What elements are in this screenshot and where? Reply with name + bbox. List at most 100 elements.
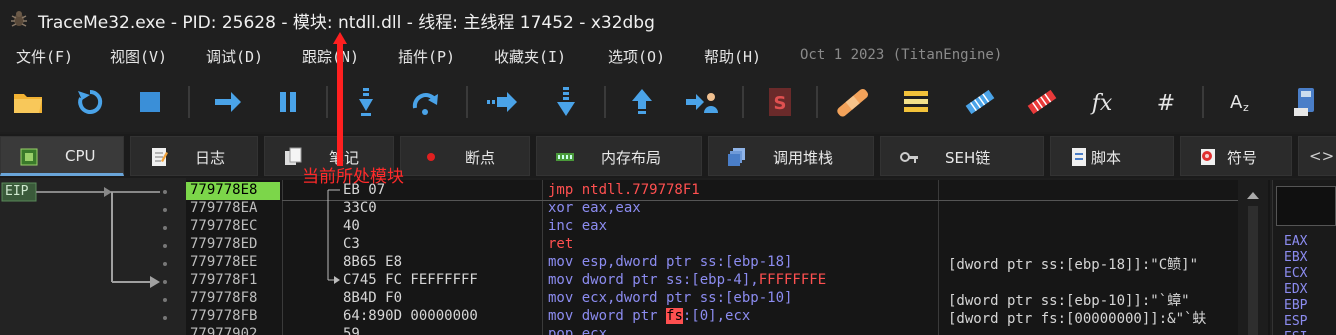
register-label[interactable]: ESI <box>1284 330 1307 335</box>
register-label[interactable]: ECX <box>1284 266 1307 281</box>
stop-icon[interactable] <box>132 84 168 120</box>
tab-memory-map[interactable]: 内存布局 <box>536 136 702 176</box>
run-to-user-code-icon[interactable] <box>684 84 720 120</box>
symbols-icon <box>1201 149 1215 165</box>
trace-over-icon[interactable] <box>484 84 520 120</box>
register-label[interactable]: EAX <box>1284 234 1307 249</box>
script-icon <box>1072 148 1086 166</box>
window-title: TraceMe32.exe - PID: 25628 - 模块: ntdll.d… <box>38 13 655 33</box>
menu-options[interactable]: 选项(O) <box>608 46 665 67</box>
menu-debug[interactable]: 调试(D) <box>206 46 263 67</box>
disasm-bytes: 8B65 E8 <box>343 254 403 270</box>
step-into-icon[interactable] <box>348 84 384 120</box>
disasm-row[interactable]: 77977902 59 pop ecx <box>186 326 1266 335</box>
disasm-row[interactable]: 779778EC 40 inc eax <box>186 218 1266 236</box>
tab-log[interactable]: 日志 <box>130 136 258 176</box>
disasm-comment: [dword ptr ss:[ebp-10]]:"`蟑" <box>948 293 1190 309</box>
registers-header-box[interactable] <box>1276 186 1336 226</box>
menu-view[interactable]: 视图(V) <box>110 46 167 67</box>
tab-cpu[interactable]: CPU <box>0 136 124 176</box>
svg-text:fx: fx <box>1090 91 1113 116</box>
tab-script[interactable]: 脚本 <box>1050 136 1174 176</box>
disassembly-scrollbar[interactable] <box>1238 180 1268 335</box>
menu-favourites[interactable]: 收藏夹(I) <box>494 46 566 67</box>
trace-into-icon[interactable] <box>548 84 584 120</box>
menu-file[interactable]: 文件(F) <box>16 46 73 67</box>
disasm-address: 779778F1 <box>190 272 258 288</box>
svg-text:S: S <box>774 93 787 114</box>
disasm-instruction: ret <box>548 236 574 252</box>
disasm-instruction: jmp ntdll.779778F1 <box>548 182 700 198</box>
svg-text:A: A <box>1230 92 1243 113</box>
cpu-icon <box>20 148 38 166</box>
disasm-comment: [dword ptr ss:[ebp-18]]:"C鲼]" <box>948 257 1199 273</box>
tab-breakpoints[interactable]: 断点 <box>400 136 530 176</box>
disasm-address: 779778FB <box>190 308 258 324</box>
disassembly-view[interactable]: 779778E8 EB 07 jmp ntdll.779778F1 779778EA 3… <box>186 180 1270 335</box>
disasm-row[interactable]: 779778EA 33C0 xor eax,eax <box>186 200 1266 218</box>
call-stack-icon <box>728 148 745 166</box>
menu-bar: 文件(F) 视图(V) 调试(D) 跟踪(N) 插件(P) 收藏夹(I) 选项(… <box>0 40 1336 72</box>
x32dbg-bug-icon <box>11 11 27 27</box>
labels-icon[interactable] <box>962 84 998 120</box>
execute-till-return-icon[interactable] <box>624 84 660 120</box>
disasm-bytes: C745 FC FEFFFFFF <box>343 272 478 288</box>
disasm-bytes: 33C0 <box>343 200 377 216</box>
register-label[interactable]: ESP <box>1284 314 1307 329</box>
disasm-instruction: mov dword ptr ss:[ebp-4],FFFFFFFE <box>548 272 827 288</box>
open-folder-icon[interactable] <box>10 84 46 120</box>
tab-bar: CPU 日志 笔记 断点 内存布局 调用堆栈 SEH链 脚本 符号 <> <box>0 134 1336 178</box>
seh-chain-icon <box>900 152 918 163</box>
register-label[interactable]: EBX <box>1284 250 1307 265</box>
disasm-address: 779778E8 <box>190 182 258 198</box>
toolbar: S fx # Az <box>0 72 1336 132</box>
disasm-bytes: 64:890D 00000000 <box>343 308 478 324</box>
disasm-address: 779778F8 <box>190 290 258 306</box>
svg-text:#: # <box>1157 91 1175 116</box>
title-bar: TraceMe32.exe - PID: 25628 - 模块: ntdll.d… <box>0 0 1336 40</box>
functions-icon[interactable]: fx <box>1084 84 1120 120</box>
font-size-icon[interactable]: Az <box>1222 84 1258 120</box>
disasm-row[interactable]: 779778F1 C745 FC FEFFFFFF mov dword ptr ss… <box>186 272 1266 290</box>
tab-seh-chain[interactable]: SEH链 <box>880 136 1044 176</box>
register-label[interactable]: EBP <box>1284 298 1307 313</box>
run-icon[interactable] <box>210 84 246 120</box>
disasm-row[interactable]: 779778EE 8B65 E8 mov esp,dword ptr ss:[ebp… <box>186 254 1266 273</box>
current-row-underline <box>282 200 1252 201</box>
disasm-instruction: xor eax,eax <box>548 200 641 216</box>
disasm-bytes: 8B4D F0 <box>343 290 403 306</box>
scroll-thumb[interactable] <box>1248 206 1258 335</box>
tab-source[interactable]: <> <box>1298 136 1336 176</box>
restart-icon[interactable] <box>72 84 108 120</box>
menu-help[interactable]: 帮助(H) <box>704 46 761 67</box>
branch-gutter: EIP <box>0 178 186 335</box>
hash-icon[interactable]: # <box>1148 84 1184 120</box>
disasm-address: 77977902 <box>190 326 258 335</box>
pause-icon[interactable] <box>270 84 306 120</box>
jump-arrows <box>1 182 167 320</box>
patch-icon[interactable] <box>834 84 870 120</box>
register-label[interactable]: EDX <box>1284 282 1307 297</box>
disasm-bytes: C3 <box>343 236 360 252</box>
comments-icon[interactable] <box>898 84 934 120</box>
disasm-address: 779778EC <box>190 218 258 234</box>
disasm-address: 779778EE <box>190 254 258 270</box>
step-over-icon[interactable] <box>408 84 444 120</box>
disasm-row[interactable]: 779778ED C3 ret <box>186 236 1266 254</box>
bookmarks-icon[interactable] <box>1024 84 1060 120</box>
menu-plugins[interactable]: 插件(P) <box>398 46 455 67</box>
calculator-icon[interactable] <box>1288 84 1324 120</box>
menu-trace[interactable]: 跟踪(N) <box>302 46 359 67</box>
disasm-bytes: 40 <box>343 218 360 234</box>
current-module-annotation: 当前所处模块 <box>302 167 404 187</box>
branch-lines <box>327 189 340 284</box>
tab-symbols[interactable]: 符号 <box>1180 136 1292 176</box>
tab-call-stack[interactable]: 调用堆栈 <box>708 136 874 176</box>
disasm-row[interactable]: 779778F8 8B4D F0 mov ecx,dword ptr ss:[ebp… <box>186 290 1266 309</box>
breakpoint-icon <box>427 153 435 161</box>
notes-icon <box>285 147 302 165</box>
eip-label: EIP <box>5 184 29 199</box>
scylla-icon[interactable]: S <box>762 84 798 120</box>
log-icon <box>152 148 168 166</box>
disasm-row[interactable]: 779778FB 64:890D 00000000 mov dword ptr fs… <box>186 308 1266 327</box>
